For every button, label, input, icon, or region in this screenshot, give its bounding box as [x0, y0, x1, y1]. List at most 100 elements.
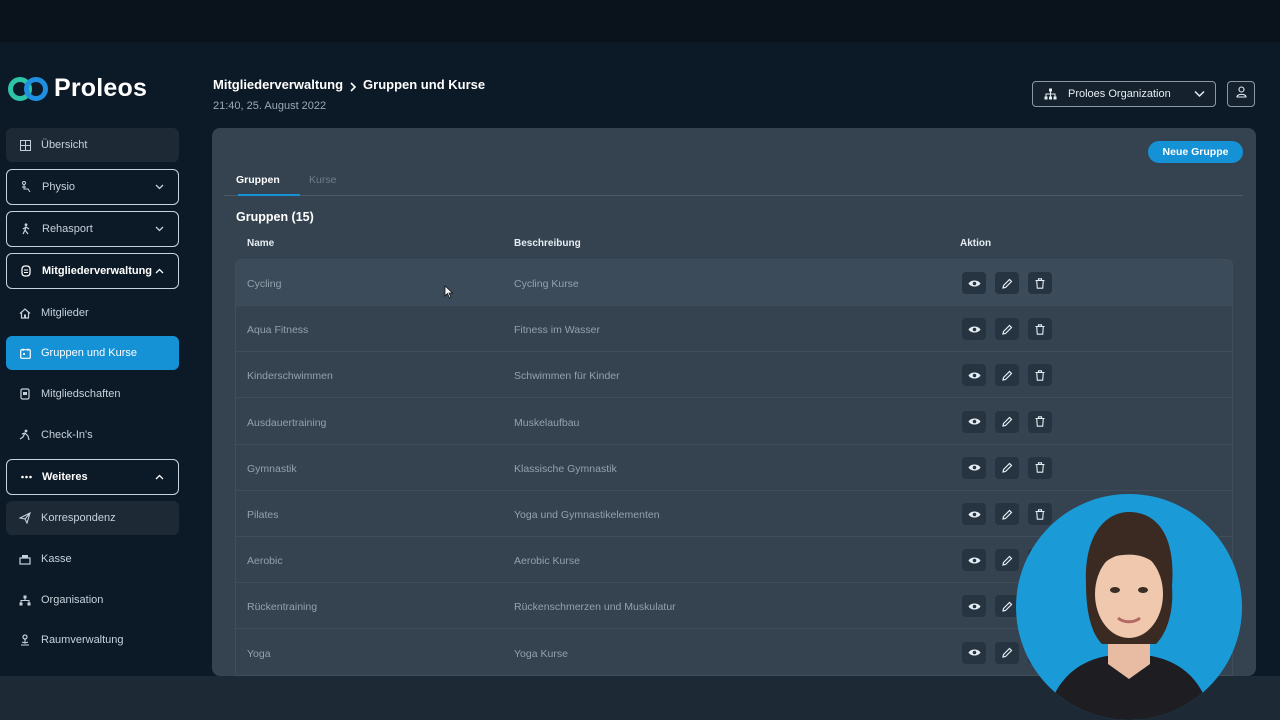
edit-button[interactable] [995, 318, 1019, 341]
breadcrumb-item[interactable]: Mitgliederverwaltung [213, 77, 343, 92]
view-button[interactable] [962, 364, 986, 387]
sidebar-item-label: Korrespondenz [41, 512, 116, 524]
chevron-down-icon [155, 223, 164, 235]
column-header-name: Name [247, 238, 275, 249]
pencil-icon [1001, 509, 1013, 520]
presenter-portrait [1046, 512, 1212, 720]
sidebar-item-label: Check-In's [41, 429, 93, 441]
row-description: Muskelaufbau [514, 416, 580, 429]
trash-icon [1035, 416, 1045, 427]
view-button[interactable] [962, 549, 986, 572]
card-icon [19, 388, 31, 400]
eye-icon [968, 463, 981, 472]
eye-icon [968, 325, 981, 334]
row-description: Cycling Kurse [514, 278, 579, 290]
checkin-icon [19, 429, 31, 441]
sidebar-item-raumverwaltung[interactable]: Raumverwaltung [6, 623, 179, 657]
view-button[interactable] [962, 641, 986, 664]
user-profile-button[interactable] [1227, 81, 1255, 107]
room-icon [19, 634, 31, 646]
sidebar-item-physio[interactable]: Physio [6, 169, 179, 205]
view-button[interactable] [962, 595, 986, 618]
table-row[interactable]: Ausdauertraining Muskelaufbau [236, 398, 1232, 445]
delete-button[interactable] [1028, 364, 1052, 387]
sidebar-item-label: Organisation [41, 594, 104, 606]
row-name: Pilates [247, 509, 279, 521]
sidebar-item-weiteres[interactable]: Weiteres [6, 459, 179, 495]
app-name: Proleos [54, 74, 148, 102]
sidebar-item-label: Rehasport [42, 223, 93, 235]
pencil-icon [1001, 462, 1013, 474]
sidebar-item-label: Kasse [41, 553, 72, 565]
row-description: Rückenschmerzen und Muskulatur [514, 601, 676, 614]
tab-gruppen[interactable]: Gruppen [236, 174, 280, 195]
table-row[interactable]: Gymnastik Klassische Gymnastik [236, 444, 1232, 491]
column-header-aktion: Aktion [960, 238, 992, 249]
user-icon [1235, 85, 1247, 103]
sidebar-item-mitgliedschaften[interactable]: Mitgliedschaften [6, 377, 179, 411]
sidebar-item-korrespondenz[interactable]: Korrespondenz [6, 501, 179, 535]
edit-button[interactable] [995, 272, 1019, 294]
row-description: Fitness im Wasser [514, 324, 600, 337]
trash-icon [1035, 370, 1045, 381]
register-icon [19, 553, 31, 565]
organization-select[interactable]: Proloes Organization [1032, 81, 1216, 107]
section-title: Gruppen (15) [236, 210, 314, 224]
sidebar-item-kasse[interactable]: Kasse [6, 542, 179, 576]
sidebar-item-label: Mitglieder [41, 307, 89, 319]
view-button[interactable] [962, 456, 986, 479]
view-button[interactable] [962, 503, 986, 525]
edit-button[interactable] [995, 456, 1019, 479]
top-band [0, 0, 1280, 42]
sidebar-item-label: Übersicht [41, 139, 88, 151]
org-icon [1044, 88, 1058, 100]
sidebar-item-label: Mitgliedschaften [41, 388, 121, 400]
row-description: Schwimmen für Kinder [514, 370, 620, 383]
table-row[interactable]: Cycling Cycling Kurse [236, 260, 1232, 306]
column-header-beschreibung: Beschreibung [514, 238, 581, 249]
row-name: Aerobic [247, 555, 283, 568]
edit-button[interactable] [995, 364, 1019, 387]
edit-button[interactable] [995, 410, 1019, 433]
send-icon [19, 512, 31, 524]
app-logo[interactable]: Proleos [8, 74, 147, 103]
row-name: Ausdauertraining [247, 416, 327, 429]
trash-icon [1035, 277, 1045, 289]
table-row[interactable]: Kinderschwimmen Schwimmen für Kinder [236, 352, 1232, 399]
row-name: Aqua Fitness [247, 324, 309, 337]
trash-icon [1035, 323, 1045, 335]
sidebar-item-mitglieder[interactable]: Mitglieder [6, 296, 179, 330]
delete-button[interactable] [1028, 410, 1052, 433]
sidebar-item-uebersicht[interactable]: Übersicht [6, 128, 179, 162]
eye-icon [968, 279, 981, 288]
eye-icon [968, 648, 981, 657]
new-group-button[interactable]: Neue Gruppe [1148, 141, 1243, 163]
logo-mark-icon [8, 75, 50, 103]
pencil-icon [1001, 416, 1013, 427]
delete-button[interactable] [1028, 272, 1052, 294]
eye-icon [968, 602, 981, 611]
sidebar-item-label: Weiteres [42, 471, 88, 483]
delete-button[interactable] [1028, 318, 1052, 341]
trash-icon [1035, 462, 1045, 474]
sidebar-item-organisation[interactable]: Organisation [6, 583, 179, 617]
row-description: Yoga Kurse [514, 647, 568, 660]
row-name: Gymnastik [247, 462, 297, 475]
breadcrumb: Mitgliederverwaltung Gruppen und Kurse [213, 77, 485, 92]
delete-button[interactable] [1028, 456, 1052, 479]
home-icon [19, 307, 31, 319]
pencil-icon [1001, 647, 1013, 658]
sidebar-item-rehasport[interactable]: Rehasport [6, 211, 179, 247]
view-button[interactable] [962, 272, 986, 294]
table-row[interactable]: Aqua Fitness Fitness im Wasser [236, 306, 1232, 353]
view-button[interactable] [962, 318, 986, 341]
sidebar-item-check-ins[interactable]: Check-In's [6, 418, 179, 452]
pencil-icon [1001, 278, 1013, 289]
view-button[interactable] [962, 410, 986, 433]
sidebar-item-mitgliederverwaltung[interactable]: Mitgliederverwaltung [6, 253, 179, 289]
chevron-right-icon [349, 80, 357, 92]
sidebar-item-gruppen-und-kurse[interactable]: Gruppen und Kurse [6, 336, 179, 370]
row-description: Yoga und Gymnastikelementen [514, 509, 660, 521]
mouse-cursor-icon [444, 285, 454, 304]
tab-kurse[interactable]: Kurse [309, 174, 336, 186]
